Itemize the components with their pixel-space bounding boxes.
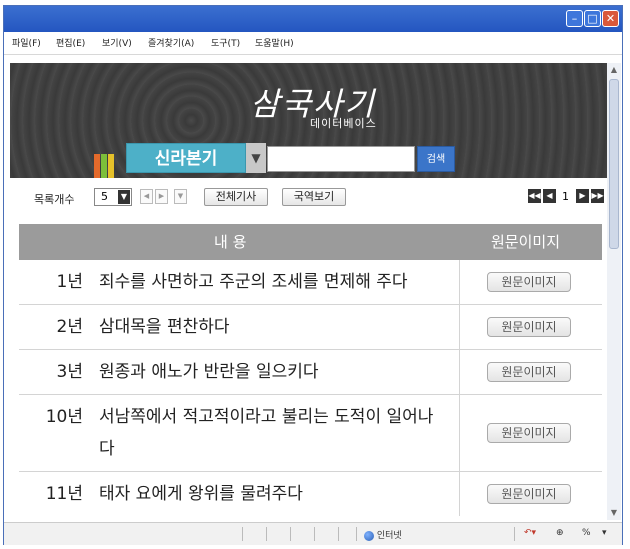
minimize-icon[interactable]: – [566, 10, 583, 27]
table-row[interactable]: 10년 서남쪽에서 적고적이라고 불리는 도적이 일어나다 원문이미지 [19, 395, 602, 472]
prev-page-icon[interactable]: ◀ [543, 189, 556, 203]
table-row[interactable]: 11년 태자 요에게 왕위를 물려주다 원문이미지 [19, 472, 602, 516]
row-year: 2년 [56, 317, 83, 337]
menu-edit[interactable]: 편집(E) [56, 36, 85, 49]
count-value: 5 [101, 190, 108, 203]
original-image-button[interactable]: 원문이미지 [487, 362, 571, 382]
row-text[interactable]: 태자 요에게 왕위를 물려주다 [99, 478, 449, 510]
search-input[interactable] [267, 146, 415, 172]
chevron-down-icon: ▼ [118, 190, 130, 204]
article-table: 내 용 원문이미지 1년 죄수를 사면하고 주군의 조세를 면제해 주다 원문이… [19, 224, 602, 516]
table-row[interactable]: 1년 죄수를 사면하고 주군의 조세를 면제해 주다 원문이미지 [19, 260, 602, 305]
search-button[interactable]: 검색 [417, 146, 455, 172]
original-image-button[interactable]: 원문이미지 [487, 317, 571, 337]
zoom-icon[interactable]: ⊕ [556, 528, 564, 538]
menu-view[interactable]: 보기(V) [102, 36, 132, 49]
vertical-scrollbar[interactable]: ▲ ▼ [607, 63, 621, 520]
prev-icon[interactable]: ◀ [140, 189, 153, 204]
maximize-icon[interactable]: □ [584, 10, 601, 27]
protected-mode-icon[interactable]: ↶▾ [524, 528, 536, 538]
translation-view-button[interactable]: 국역보기 [282, 188, 346, 206]
count-select[interactable]: 5 ▼ [94, 188, 132, 206]
chevron-down-icon[interactable]: ▼ [246, 143, 266, 173]
menu-favorites[interactable]: 즐겨찾기(A) [148, 36, 194, 49]
menu-tools[interactable]: 도구(T) [211, 36, 240, 49]
menu-file[interactable]: 파일(F) [12, 36, 41, 49]
scrollbar-thumb[interactable] [609, 79, 619, 249]
scroll-up-icon[interactable]: ▲ [607, 63, 621, 77]
page-number: 1 [562, 190, 569, 203]
next-page-icon[interactable]: ▶ [576, 189, 589, 203]
table-header: 내 용 원문이미지 [19, 224, 602, 260]
next-icon[interactable]: ▶ [155, 189, 168, 204]
header-image: 원문이미지 [491, 233, 561, 251]
site-logo-subtitle: 데이터베이스 [310, 117, 377, 130]
row-text[interactable]: 죄수를 사면하고 주군의 조세를 면제해 주다 [99, 266, 449, 298]
globe-icon [364, 530, 374, 541]
browser-window: – □ ✕ 파일(F) 편집(E) 보기(V) 즐겨찾기(A) 도구(T) 도움… [3, 5, 623, 545]
zone-label: 인터넷 [376, 531, 402, 541]
row-year: 11년 [45, 484, 83, 504]
row-text[interactable]: 원종과 애노가 반란을 일으키다 [99, 356, 449, 388]
table-row[interactable]: 2년 삼대목을 편찬하다 원문이미지 [19, 305, 602, 350]
table-row[interactable]: 3년 원종과 애노가 반란을 일으키다 원문이미지 [19, 350, 602, 395]
row-year: 1년 [56, 272, 83, 292]
count-label: 목록개수 [34, 193, 75, 206]
header-content: 내 용 [214, 233, 247, 251]
chevron-down-icon[interactable]: ▾ [602, 528, 607, 538]
row-year: 3년 [56, 362, 83, 382]
original-image-button[interactable]: 원문이미지 [487, 272, 571, 292]
scroll-down-icon[interactable]: ▼ [607, 506, 621, 520]
internet-zone: 인터넷 [364, 528, 402, 541]
all-articles-button[interactable]: 전체기사 [204, 188, 268, 206]
book-selector[interactable]: 신라본기 [126, 143, 246, 173]
list-controls: 목록개수 5 ▼ ◀ ▶ ▼ 전체기사 국역보기 ◀◀ ◀ 1 ▶ ▶▶ [34, 188, 610, 210]
color-bars-icon [94, 154, 124, 178]
dropdown-icon[interactable]: ▼ [174, 189, 187, 204]
row-year: 10년 [45, 407, 83, 427]
last-page-icon[interactable]: ▶▶ [591, 189, 604, 203]
row-text[interactable]: 삼대목을 편찬하다 [99, 311, 449, 343]
site-banner: 삼국사기 데이터베이스 신라본기 ▼ 검색 [10, 63, 614, 178]
close-icon[interactable]: ✕ [602, 10, 619, 27]
status-bar: 인터넷 ↶▾ ⊕ % ▾ [4, 522, 622, 545]
zoom-level[interactable]: % [582, 528, 591, 538]
original-image-button[interactable]: 원문이미지 [487, 423, 571, 443]
original-image-button[interactable]: 원문이미지 [487, 484, 571, 504]
row-text[interactable]: 서남쪽에서 적고적이라고 불리는 도적이 일어나다 [99, 401, 444, 465]
first-page-icon[interactable]: ◀◀ [528, 189, 541, 203]
menu-help[interactable]: 도움말(H) [255, 36, 294, 49]
menu-bar: 파일(F) 편집(E) 보기(V) 즐겨찾기(A) 도구(T) 도움말(H) [4, 32, 622, 55]
title-bar: – □ ✕ [4, 6, 622, 32]
